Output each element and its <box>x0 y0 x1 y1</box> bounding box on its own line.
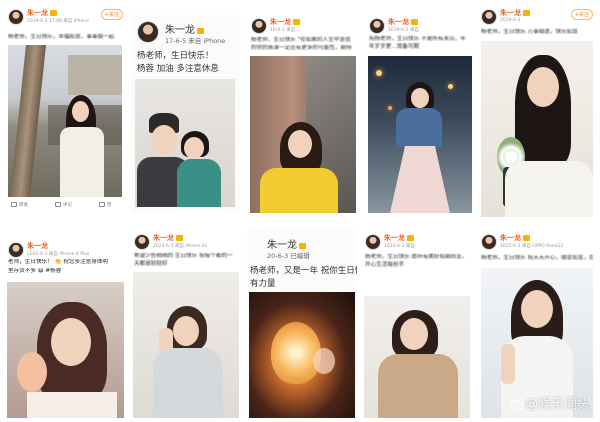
post-card-1[interactable]: 朱一龙 2019-6-3 17:08 来自 iPhone +关注 杨老师，生日快… <box>5 5 126 213</box>
post-meta: 2019-6-3 来自 <box>388 28 419 33</box>
username[interactable]: 朱一龙 <box>27 241 48 251</box>
username[interactable]: 朱一龙 <box>384 233 414 243</box>
post-card-10[interactable]: 朱一龙 2025-6-3 来自 OPPO Reno12 杨老师，生日快乐 祝天天… <box>478 230 596 418</box>
post-text: 杨老师，生日快乐 祝天天开心，顺意如意，自在自在 <box>481 255 593 261</box>
post-text-line-1: 杨老师，又是一年 祝你生日快乐 <box>250 266 357 276</box>
post-header: 朱一龙 2019-6-3 17:08 来自 iPhone +关注 <box>5 5 126 35</box>
like-button[interactable]: 赞 <box>99 202 112 208</box>
post-card-9[interactable]: 朱一龙 2024-6-3 来自 杨老师，生日快乐 愿所有美好如期而至，开心生活每… <box>362 230 472 418</box>
post-photo[interactable] <box>133 272 239 418</box>
avatar[interactable] <box>137 21 159 43</box>
post-photo[interactable] <box>135 79 235 207</box>
avatar[interactable] <box>251 18 267 34</box>
post-text-line-2: 里存货不多 😄 #杨蓉 <box>8 268 62 274</box>
post-text-line-1: 老师，生日快乐！ 👏 祝您多注意身体明 <box>8 259 109 265</box>
post-text-line-2: 杨蓉 加油 多注意休息 <box>137 64 219 74</box>
avatar[interactable] <box>481 234 497 250</box>
post-photo[interactable] <box>7 282 124 418</box>
follow-button[interactable]: +关注 <box>570 9 593 20</box>
post-meta: 18-6-3 来自 <box>270 28 296 33</box>
crown-badge-icon <box>523 10 530 16</box>
post-meta: 2025-6-3 来自 OPPO Reno12 <box>500 244 564 249</box>
username[interactable]: 朱一龙 <box>500 8 530 18</box>
username[interactable]: 朱一龙 <box>500 233 530 243</box>
avatar[interactable] <box>369 18 385 34</box>
post-card-2[interactable]: 朱一龙 17-6-5 来自 iPhone 杨老师，生日快乐！ 杨蓉 加油 多注意… <box>131 15 241 213</box>
crown-badge-icon <box>50 10 57 16</box>
post-meta: 2024-6-3 来自 <box>384 244 415 249</box>
post-text: 祝杨老师，生日快乐 不是所有未完，年年岁岁更...常备可期 <box>369 36 466 50</box>
post-card-7[interactable]: 朱一龙 2023-6-3 来自 iPhone 6s 希望少些稍稍的 生日快乐 祝… <box>131 230 241 418</box>
post-meta: 2019-6-3 17:08 来自 iPhone <box>27 19 89 24</box>
weibo-logo-icon <box>510 399 523 410</box>
crown-badge-icon <box>197 27 204 34</box>
post-card-6[interactable]: 朱一龙 2022-6-3 来自 iPhone 8 Plus 老师，生日快乐！ 👏… <box>5 238 126 418</box>
crown-badge-icon <box>407 235 414 241</box>
post-text: 希望少些稍稍的 生日快乐 祝每个都的一天都是轻轻好 <box>134 253 233 267</box>
post-date: 17-6-5 来自 iPhone <box>165 37 226 45</box>
like-icon <box>99 202 105 207</box>
crown-badge-icon <box>411 19 418 25</box>
post-meta: 2019-6-3 <box>500 18 521 23</box>
post-photo[interactable] <box>368 56 472 213</box>
post-text: 杨老师，生日快乐 万事顺遂，快乐如意 <box>481 29 578 35</box>
post-actions: 转发 评论 赞 <box>5 197 126 213</box>
post-date: 20-6-3 已编辑 <box>267 252 310 260</box>
follow-button[interactable]: +关注 <box>100 9 123 20</box>
post-photo[interactable] <box>8 45 122 197</box>
username[interactable]: 朱一龙 <box>267 236 306 251</box>
post-text-line-2: 有力量 <box>250 279 276 289</box>
post-photo[interactable] <box>481 41 593 217</box>
comment-button[interactable]: 评论 <box>55 202 72 208</box>
share-button[interactable]: 转发 <box>11 202 28 208</box>
username[interactable]: 朱一龙 <box>270 17 300 27</box>
crown-badge-icon <box>299 242 306 249</box>
avatar[interactable] <box>8 242 24 258</box>
post-meta: 2022-6-3 来自 iPhone 8 Plus <box>27 252 90 257</box>
username[interactable]: 朱一龙 <box>388 17 418 27</box>
post-photo[interactable] <box>250 56 356 213</box>
comment-icon <box>55 202 61 207</box>
post-text: 杨老师，生日快乐 愿所有美好如期而至，开心生活每份手 <box>365 254 468 268</box>
post-card-8[interactable]: 朱一龙 20-6-3 已编辑 杨老师，又是一年 祝你生日快乐 有力量 <box>247 230 357 418</box>
post-photo[interactable] <box>364 296 470 418</box>
crown-badge-icon <box>176 235 183 241</box>
post-text: 杨老师，生日快乐，幸福如意，事事顺一起 <box>8 34 115 40</box>
crown-badge-icon <box>523 235 530 241</box>
avatar[interactable] <box>8 9 24 25</box>
post-text-line-2: 的你的表演一定还有更多的可能性，期待 <box>251 45 352 51</box>
post-photo[interactable] <box>249 292 355 418</box>
avatar[interactable] <box>365 234 381 250</box>
post-text-line-1: 杨老师，生日快乐！ <box>137 51 214 61</box>
post-card-5[interactable]: 朱一龙 2019-6-3 +关注 杨老师，生日快乐 万事顺遂，快乐如意 <box>478 5 596 217</box>
post-card-4[interactable]: 朱一龙 2019-6-3 来自 祝杨老师，生日快乐 不是所有未完，年年岁岁更..… <box>366 14 474 213</box>
post-meta: 2023-6-3 来自 iPhone 6s <box>153 244 208 249</box>
avatar[interactable] <box>481 9 497 25</box>
avatar[interactable] <box>134 234 150 250</box>
crown-badge-icon <box>293 19 300 25</box>
username[interactable]: 朱一龙 <box>165 21 204 36</box>
share-icon <box>11 202 17 207</box>
post-text-line-1: 杨老师，生日快乐 "在如果的人生中坚信 <box>251 37 351 43</box>
username[interactable]: 朱一龙 <box>27 8 57 18</box>
username[interactable]: 朱一龙 <box>153 233 183 243</box>
watermark: @娱乐潮头 <box>510 393 590 412</box>
post-card-3[interactable]: 朱一龙 18-6-3 来自 杨老师，生日快乐 "在如果的人生中坚信 的你的表演一… <box>248 14 358 213</box>
